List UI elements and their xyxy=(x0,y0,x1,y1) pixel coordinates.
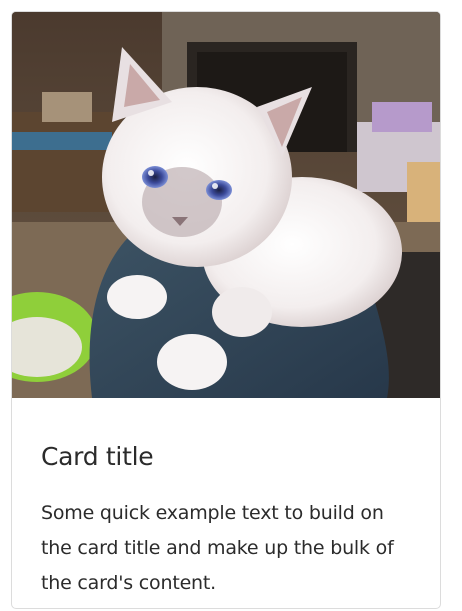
card: Card title Some quick example text to bu… xyxy=(11,11,441,609)
card-text: Some quick example text to build on the … xyxy=(41,502,394,594)
card-image xyxy=(12,12,440,398)
kitten-photo xyxy=(12,12,440,398)
card-title: Card title xyxy=(41,442,154,471)
